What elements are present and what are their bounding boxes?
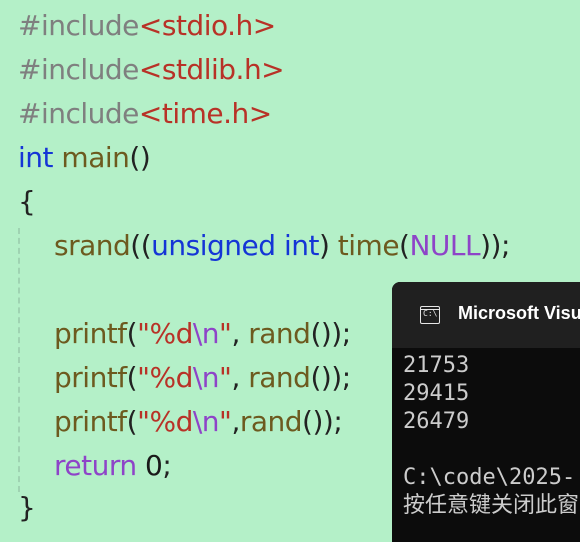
console-output-line: C:\code\2025- (403, 465, 576, 490)
escape-sequence: \n (192, 317, 220, 350)
function-call: printf (54, 405, 127, 438)
code-line-11: return 0; (54, 444, 172, 488)
open-brace: { (18, 185, 36, 218)
punctuation: , (231, 361, 249, 394)
include-header: <time.h> (138, 97, 272, 130)
function-call: rand (248, 317, 311, 350)
punctuation: ()); (310, 361, 351, 394)
keyword: int (18, 141, 54, 174)
number-literal: 0 (145, 449, 163, 482)
punctuation: ) (318, 229, 338, 262)
string-literal: " (219, 405, 232, 438)
keyword: int (283, 229, 320, 262)
console-output-line: 21753 (403, 353, 470, 378)
punctuation: , (231, 317, 249, 350)
code-line-12: } (18, 486, 36, 530)
string-literal: "%d (137, 405, 193, 438)
function-call: time (337, 229, 400, 262)
include-header: <stdlib.h> (138, 53, 285, 86)
punctuation: ()); (302, 405, 343, 438)
escape-sequence: \n (192, 405, 220, 438)
punctuation: , (231, 405, 240, 438)
indent-guide (18, 228, 20, 492)
function-name: main (61, 141, 130, 174)
keyword: unsigned (151, 229, 276, 262)
function-call: rand (239, 405, 303, 438)
function-call: srand (54, 229, 131, 262)
function-call: printf (54, 317, 127, 350)
punctuation: () (129, 141, 151, 174)
punctuation: (( (130, 229, 152, 262)
preprocessor-directive: #include (18, 97, 139, 130)
punctuation: ; (162, 449, 172, 482)
punctuation: ()); (310, 317, 351, 350)
console-output-line: 29415 (403, 381, 470, 406)
string-literal: " (219, 361, 232, 394)
code-line-5: { (18, 180, 36, 224)
code-line-2: #include<stdlib.h> (18, 48, 285, 92)
code-line-10: printf("%d\n",rand()); (54, 400, 343, 444)
debug-console-window[interactable]: C:\ Microsoft Visual Studio Debug Consol… (392, 282, 580, 542)
punctuation: ( (126, 317, 138, 350)
console-output-line: 26479 (403, 409, 470, 434)
punctuation: ( (126, 361, 138, 394)
code-line-6: srand((unsigned int) time(NULL)); (54, 224, 510, 268)
console-titlebar[interactable]: C:\ Microsoft Visual Studio Debug Consol… (392, 282, 580, 348)
code-line-3: #include<time.h> (18, 92, 272, 136)
string-literal: "%d (137, 361, 193, 394)
console-title: Microsoft Visual Studio Debug Console (458, 303, 580, 323)
punctuation: ( (126, 405, 138, 438)
close-brace: } (18, 491, 36, 524)
code-line-4: int main() (18, 136, 151, 180)
terminal-icon: C:\ (420, 306, 440, 324)
keyword-return: return (54, 449, 137, 482)
function-call: rand (248, 361, 311, 394)
code-line-9: printf("%d\n", rand()); (54, 356, 351, 400)
punctuation: ( (399, 229, 410, 262)
punctuation: )); (480, 229, 510, 262)
preprocessor-directive: #include (18, 9, 139, 42)
function-call: printf (54, 361, 127, 394)
macro: NULL (409, 229, 481, 262)
string-literal: "%d (137, 317, 193, 350)
code-line-8: printf("%d\n", rand()); (54, 312, 351, 356)
escape-sequence: \n (192, 361, 220, 394)
console-output-line: 按任意键关闭此窗口 (403, 493, 580, 518)
code-line-1: #include<stdio.h> (18, 4, 276, 48)
string-literal: " (219, 317, 232, 350)
preprocessor-directive: #include (18, 53, 139, 86)
include-header: <stdio.h> (138, 9, 276, 42)
